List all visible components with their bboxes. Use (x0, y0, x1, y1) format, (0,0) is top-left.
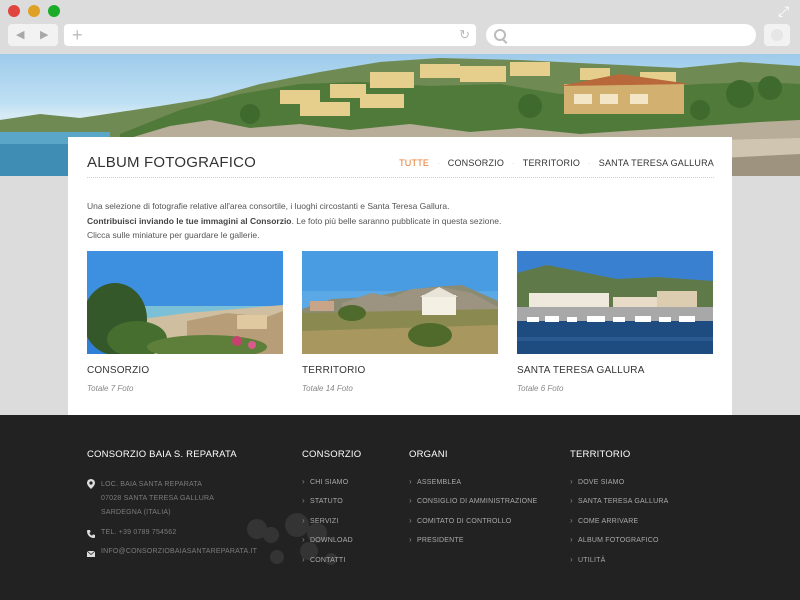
filter-tutte[interactable]: TUTTE (399, 158, 429, 168)
email-row: INFO@CONSORZIOBAIASANTAREPARATA.IT (87, 545, 257, 559)
footer-heading-consorzio-baia: CONSORZIO BAIA S. REPARATA (87, 449, 237, 460)
gallery-thumbnail-santa-teresa-gallura[interactable] (517, 251, 713, 354)
footer-link-consiglio-di-amministrazione[interactable]: CONSIGLIO DI AMMINISTRAZIONE (409, 496, 537, 516)
footer-link-utilita[interactable]: UTILITÀ (570, 555, 669, 575)
album-card: ALBUM FOTOGRAFICO TUTTE · CONSORZIO · TE… (68, 137, 732, 415)
gallery-title-santa-teresa-gallura[interactable]: SANTA TERESA GALLURA (517, 365, 645, 376)
footer-heading-territorio: TERRITORIO (570, 449, 631, 460)
footer-link-comitato-di-controllo[interactable]: COMITATO DI CONTROLLO (409, 516, 537, 536)
footer-links-organi: ASSEMBLEA CONSIGLIO DI AMMINISTRAZIONE C… (409, 477, 537, 556)
filter-separator: · (588, 158, 591, 168)
filter-separator: · (512, 158, 515, 168)
intro-line-2-rest: . Le foto più belle saranno pubblicate i… (291, 215, 502, 226)
email-link[interactable]: INFO@CONSORZIOBAIASANTAREPARATA.IT (101, 548, 257, 555)
intro-line-2: Contribuisci inviando le tue immagini al… (87, 214, 707, 229)
footer-col-territorio: TERRITORIO DOVE SIAMO SANTA TERESA GALLU… (570, 449, 668, 565)
forward-arrow-icon[interactable]: ▶ (40, 28, 48, 42)
footer-link-presidente[interactable]: PRESIDENTE (409, 535, 537, 555)
gallery-title-territorio[interactable]: TERRITORIO (302, 365, 365, 376)
search-icon (494, 29, 506, 41)
filter-consorzio[interactable]: CONSORZIO (448, 158, 504, 168)
title-divider (87, 177, 714, 178)
filter-territorio[interactable]: TERRITORIO (523, 158, 580, 168)
reload-icon[interactable]: ↻ (459, 27, 470, 43)
footer-col-contact: CONSORZIO BAIA S. REPARATA LOC. BAIA SAN… (87, 449, 337, 589)
search-bar[interactable] (486, 24, 756, 46)
footer-link-statuto[interactable]: STATUTO (302, 496, 353, 516)
new-tab-icon[interactable]: + (72, 25, 83, 45)
page-title: ALBUM FOTOGRAFICO (87, 154, 256, 171)
maximize-window-button[interactable] (48, 5, 60, 17)
envelope-icon (87, 550, 95, 557)
footer-link-album-fotografico[interactable]: ALBUM FOTOGRAFICO (570, 535, 669, 555)
phone-number[interactable]: TEL. +39 0789 754562 (101, 529, 176, 536)
address-line-3: SARDEGNA (ITALIA) (101, 509, 171, 516)
footer-links-consorzio: CHI SIAMO STATUTO SERVIZI DOWNLOAD CONTA… (302, 477, 353, 575)
gallery-thumbnail-territorio[interactable] (302, 251, 498, 354)
phone-row: TEL. +39 0789 754562 (87, 526, 257, 540)
footer-link-santa-teresa-gallura[interactable]: SANTA TERESA GALLURA (570, 496, 669, 516)
contact-info: LOC. BAIA SANTA REPARATA 07028 SANTA TER… (87, 478, 257, 559)
footer-link-download[interactable]: DOWNLOAD (302, 535, 353, 555)
gallery-filters: TUTTE · CONSORZIO · TERRITORIO · SANTA T… (399, 158, 714, 168)
intro-line-2-bold: Contribuisci inviando le tue immagini al… (87, 215, 292, 226)
browser-chrome: ⤢ ◀ ▶ + ↻ (0, 0, 800, 54)
gallery-count-consorzio: Totale 7 Foto (87, 384, 134, 393)
footer-heading-organi: ORGANI (409, 449, 448, 460)
minimize-window-button[interactable] (28, 5, 40, 17)
footer-link-dove-siamo[interactable]: DOVE SIAMO (570, 477, 669, 497)
history-nav: ◀ ▶ (8, 24, 58, 46)
site-footer: CONSORZIO BAIA S. REPARATA LOC. BAIA SAN… (0, 415, 800, 600)
footer-link-contatti[interactable]: CONTATTI (302, 555, 353, 575)
filter-separator: · (437, 158, 440, 168)
footer-link-assemblea[interactable]: ASSEMBLEA (409, 477, 537, 497)
footer-col-consorzio: CONSORZIO CHI SIAMO STATUTO SERVIZI DOWN… (302, 449, 362, 565)
intro-text: Una selezione di fotografie relative all… (87, 199, 707, 243)
back-arrow-icon[interactable]: ◀ (16, 28, 24, 42)
close-window-button[interactable] (8, 5, 20, 17)
gallery-thumbnail-consorzio[interactable] (87, 251, 283, 354)
footer-heading-consorzio: CONSORZIO (302, 449, 362, 460)
address-row: LOC. BAIA SANTA REPARATA 07028 SANTA TER… (87, 478, 257, 520)
address-line-2: 07028 SANTA TERESA GALLURA (101, 495, 215, 502)
intro-line-3: Clicca sulle miniature per guardare le g… (87, 230, 260, 240)
filter-santa-teresa-gallura[interactable]: SANTA TERESA GALLURA (599, 158, 714, 168)
gallery-territorio[interactable]: TERRITORIO Totale 14 Foto (302, 251, 498, 393)
gallery-count-territorio: Totale 14 Foto (302, 384, 353, 393)
map-pin-icon (87, 479, 95, 489)
footer-links-territorio: DOVE SIAMO SANTA TERESA GALLURA COME ARR… (570, 477, 669, 575)
intro-line-1: Una selezione di fotografie relative all… (87, 201, 450, 211)
profile-button[interactable] (764, 24, 790, 46)
footer-col-organi: ORGANI ASSEMBLEA CONSIGLIO DI AMMINISTRA… (409, 449, 537, 545)
footer-link-servizi[interactable]: SERVIZI (302, 516, 353, 536)
gallery-title-consorzio[interactable]: CONSORZIO (87, 365, 149, 376)
fullscreen-icon[interactable]: ⤢ (778, 4, 792, 18)
footer-link-come-arrivare[interactable]: COME ARRIVARE (570, 516, 669, 536)
gallery-count-santa-teresa-gallura: Totale 6 Foto (517, 384, 564, 393)
phone-icon (87, 530, 95, 538)
address-bar[interactable]: + ↻ (64, 24, 476, 46)
footer-link-chi-siamo[interactable]: CHI SIAMO (302, 477, 353, 497)
gallery-consorzio[interactable]: CONSORZIO Totale 7 Foto (87, 251, 283, 393)
gallery-santa-teresa-gallura[interactable]: SANTA TERESA GALLURA Totale 6 Foto (517, 251, 713, 393)
address-line-1: LOC. BAIA SANTA REPARATA (101, 481, 203, 488)
